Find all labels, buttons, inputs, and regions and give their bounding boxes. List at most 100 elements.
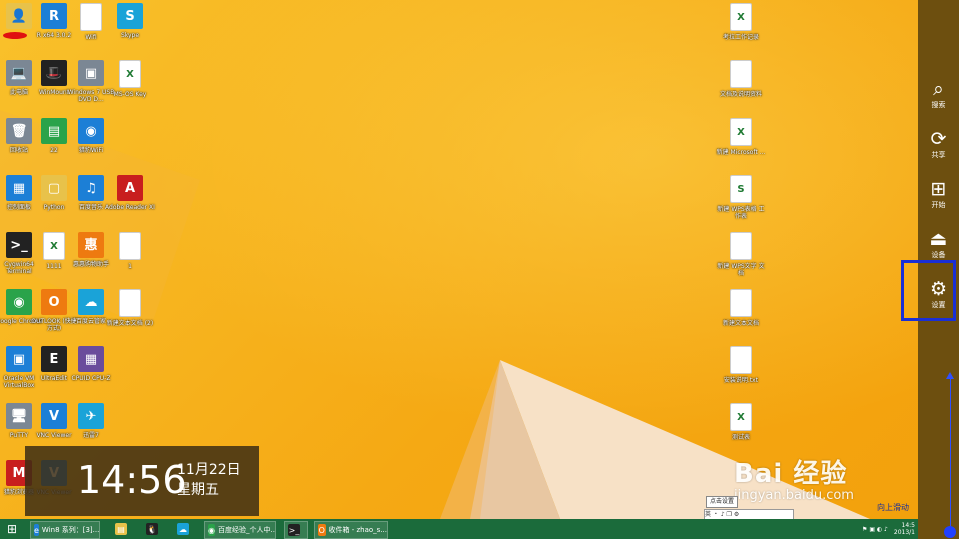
settings-tooltip: 点击设置	[706, 496, 739, 508]
desktop-icon-image	[80, 3, 102, 31]
desktop-icon-image: X	[119, 60, 141, 88]
start-icon: ⊞	[930, 178, 947, 200]
desktop-icon-image: A	[117, 175, 143, 201]
desktop-icon-label: Skype	[120, 32, 140, 39]
desktop-icon-label: 文档及说明资料	[719, 91, 762, 98]
taskbar-button[interactable]: ▤	[112, 521, 130, 537]
desktop-icon-label: 新建 WPS文字 文档	[717, 263, 765, 277]
desktop-icon-image: W	[730, 232, 752, 260]
desktop-icon-label: 考拉工作记录	[722, 34, 759, 41]
red-scribble	[3, 32, 27, 39]
desktop-icon-label: 测试表	[731, 434, 750, 441]
desktop-icon[interactable]: 安装说明.txt	[716, 346, 766, 384]
search-icon: ⌕	[933, 78, 944, 100]
desktop-icon-label: 安装说明.txt	[723, 377, 759, 384]
windows-logo-icon: ⊞	[6, 522, 18, 536]
tray-date: 2013/1	[893, 529, 915, 536]
swipe-up-annotation: 向上滑动	[877, 503, 909, 512]
desktop-icon-label: 新建文本文档 (2)	[106, 320, 154, 327]
desktop-icon[interactable]: 1	[105, 232, 155, 270]
taskbar: ⊞ e Win8 系列：[3]... ▤ 🐧 ☁ ◉ 百度经验_个人中... >_ O 收件箱 -…	[0, 519, 918, 539]
desktop-icon-image: O	[41, 289, 67, 315]
desktop-icon-image: ▣	[78, 60, 104, 86]
desktop-icon-image: V	[41, 403, 67, 429]
desktop-icon[interactable]: 新建文本文档 (2)	[105, 289, 155, 327]
watermark-url: jingyan.baidu.com	[734, 488, 854, 503]
swipe-up-arrow-icon	[946, 372, 954, 379]
desktop-icon-image	[730, 60, 752, 88]
tray-icons: ⚑ ▣ ◐ ♪	[862, 525, 888, 533]
taskbar-button[interactable]: ☁	[174, 521, 192, 537]
clock-day: 11月22日	[177, 462, 241, 478]
desktop-icon[interactable]: 文档及说明资料	[716, 60, 766, 98]
desktop-icon[interactable]: X 测试表	[716, 403, 766, 441]
desktop-icon-image	[730, 346, 752, 374]
desktop-icon-label: MS-OS Key	[113, 91, 147, 98]
devices-icon: ⏏	[929, 228, 948, 250]
desktop-icon[interactable]: X 新建 Microsoft ...	[716, 118, 766, 156]
taskbar-button[interactable]: ◉ 百度经验_个人中...	[204, 521, 276, 539]
taskbar-button[interactable]: O 收件箱 - zhao_s...	[314, 521, 388, 539]
lock-clock-panel: 14:56 11月22日 星期五	[25, 446, 259, 516]
desktop-icon[interactable]: A Adobe Reader XI	[105, 175, 155, 211]
desktop-icon-label: 新建文本文档	[722, 320, 759, 327]
desktop-icon-image: X	[730, 3, 752, 31]
desktop[interactable]: 👤 R R x64 3.0.2 Wifi S Skype 💻 此电脑 🎩 WinMount ▣ Win…	[0, 0, 918, 519]
desktop-icon[interactable]: X 考拉工作记录	[716, 3, 766, 41]
ime-toolbar[interactable]: 英 ・ ♪ ❐ ⚙	[704, 509, 794, 519]
clock-time: 14:56	[77, 458, 187, 502]
system-tray[interactable]: ⚑ ▣ ◐ ♪ 14:5 2013/1	[862, 521, 915, 537]
desktop-icon[interactable]: S 新建 WPS表格 工作表	[716, 175, 766, 220]
desktop-icon-image: E	[41, 346, 67, 372]
taskbar-app-icon: ☁	[177, 523, 189, 535]
desktop-icon-image: ▦	[78, 346, 104, 372]
charm-label: 设备	[931, 251, 946, 259]
charm-search[interactable]: ⌕ 搜索	[918, 78, 959, 110]
settings-highlight-box	[901, 260, 956, 321]
desktop-icon[interactable]: ◉ 猎豹WiFi	[66, 118, 116, 154]
desktop-icon[interactable]: ▦ CPUID CPU-Z	[66, 346, 116, 382]
desktop-icon-label: 猎豹WiFi	[78, 147, 104, 154]
taskbar-button[interactable]: >_	[284, 521, 308, 539]
tray-time: 14:5	[901, 522, 915, 529]
start-button[interactable]: ⊞	[2, 521, 22, 537]
desktop-icon-image: ◉	[78, 118, 104, 144]
desktop-icon-image	[119, 289, 141, 317]
desktop-icon-label: 新建 WPS表格 工作表	[717, 206, 765, 220]
charm-devices[interactable]: ⏏ 设备	[918, 228, 959, 260]
desktop-icon-label: 迅雷7	[83, 432, 99, 439]
taskbar-app-icon: >_	[288, 524, 300, 536]
desktop-icon-image: X	[730, 118, 752, 146]
desktop-icon[interactable]: W 新建 WPS文字 文档	[716, 232, 766, 277]
charm-start[interactable]: ⊞ 开始	[918, 178, 959, 210]
desktop-icon-image: ☁	[78, 289, 104, 315]
taskbar-button[interactable]: e Win8 系列：[3]...	[30, 521, 100, 539]
desktop-icon[interactable]: S Skype	[105, 3, 155, 39]
desktop-icon-image	[730, 289, 752, 317]
baidu-watermark: Bai 经验 jingyan.baidu.com	[734, 453, 854, 503]
taskbar-button[interactable]: 🐧	[143, 521, 161, 537]
charm-share[interactable]: ⟳ 共享	[918, 128, 959, 160]
taskbar-app-icon: ▤	[115, 523, 127, 535]
desktop-icon-image: S	[117, 3, 143, 29]
desktop-icon-label: CPUID CPU-Z	[71, 375, 111, 382]
desktop-icon[interactable]: 新建文本文档	[716, 289, 766, 327]
desktop-icon[interactable]: X MS-OS Key	[105, 60, 155, 98]
charm-label: 共享	[931, 151, 946, 159]
desktop-icon-label: Adobe Reader XI	[105, 204, 155, 211]
taskbar-app-icon: ◉	[208, 524, 215, 536]
desktop-icon-image: X	[43, 232, 65, 260]
desktop-icon-image: ✈	[78, 403, 104, 429]
desktop-icon-image: S	[730, 175, 752, 203]
desktop-icon-image	[119, 232, 141, 260]
share-icon: ⟳	[930, 128, 947, 150]
taskbar-button-label: 收件箱 - zhao_s...	[328, 526, 387, 534]
desktop-icon-image: R	[41, 3, 67, 29]
taskbar-app-icon: O	[318, 524, 326, 536]
taskbar-button-label: Win8 系列：[3]...	[41, 526, 100, 534]
desktop-icon-image: ▢	[41, 175, 67, 201]
tray-clock[interactable]: 14:5 2013/1	[894, 522, 915, 536]
swipe-up-line	[950, 378, 951, 528]
swipe-origin-dot	[944, 526, 956, 538]
desktop-icon[interactable]: ✈ 迅雷7	[66, 403, 116, 439]
